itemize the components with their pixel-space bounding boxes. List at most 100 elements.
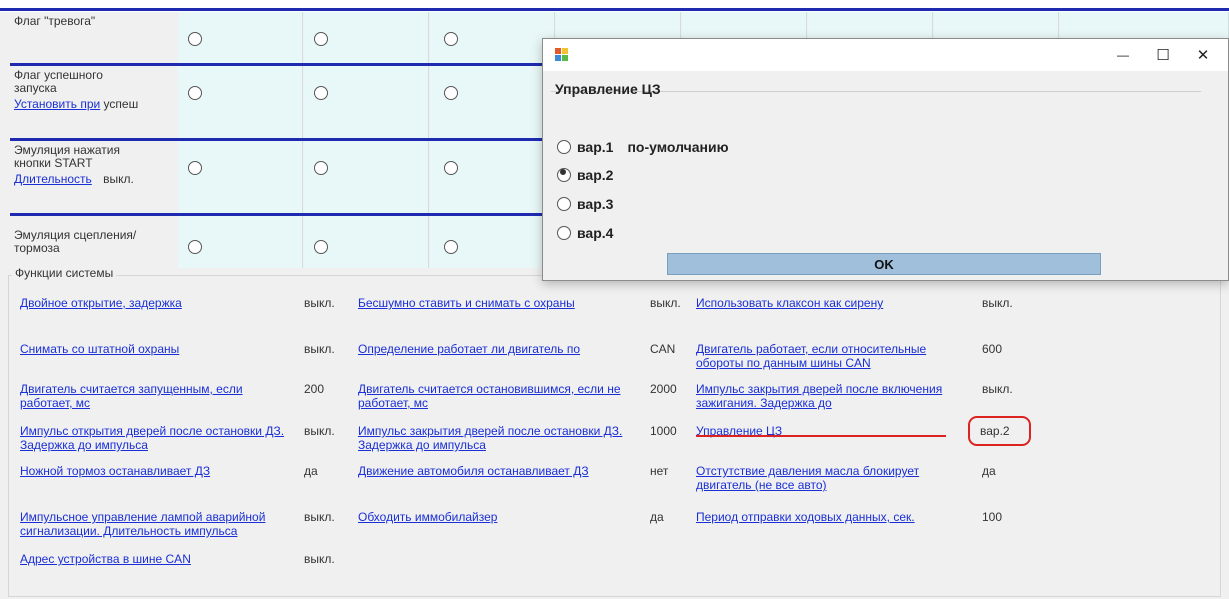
grid-row-label: Флаг "тревога"	[10, 12, 178, 64]
function-value: выкл.	[982, 296, 1013, 310]
radio-button[interactable]	[314, 161, 328, 175]
option-var2[interactable]: вар.2	[557, 166, 613, 184]
row-title: Эмуляция сцепления/тормоза	[14, 228, 137, 255]
close-icon: ✕	[1196, 47, 1210, 64]
grid-cell	[430, 216, 555, 268]
option-default-note: по-умолчанию	[627, 139, 729, 155]
top-header-strip	[0, 0, 1229, 12]
function-value: да	[304, 464, 318, 478]
function-link-engine-detection[interactable]: Определение работает ли двигатель по	[358, 342, 638, 356]
radio-button[interactable]	[188, 240, 202, 254]
radio-button[interactable]	[557, 226, 571, 240]
function-link-engine-stopped[interactable]: Двигатель считается остановившимся, если…	[358, 382, 628, 410]
function-link-telemetry-period[interactable]: Период отправки ходовых данных, сек.	[696, 510, 956, 524]
grid-cell	[178, 12, 303, 64]
function-link-double-open[interactable]: Двойное открытие, задержка	[20, 296, 280, 310]
function-value: да	[650, 510, 664, 524]
grid-cell	[178, 66, 303, 139]
red-underline-annotation	[696, 435, 946, 437]
app-icon	[555, 48, 569, 62]
function-link-can-address[interactable]: Адрес устройства в шине CAN	[20, 552, 280, 566]
function-value: 600	[982, 342, 1003, 356]
grid-cell	[430, 141, 555, 214]
function-link-relative-rpm[interactable]: Двигатель работает, если относительные о…	[696, 342, 968, 370]
function-link-hazard-lamp[interactable]: Импульсное управление лампой аварийной с…	[20, 510, 296, 538]
row-setting-value: выкл.	[103, 172, 134, 186]
dialog-heading: Управление ЦЗ	[555, 81, 661, 97]
radio-button[interactable]	[188, 32, 202, 46]
function-link-engine-started[interactable]: Двигатель считается запущенным, если раб…	[20, 382, 290, 410]
grid-cell	[178, 141, 303, 214]
function-value: да	[982, 464, 996, 478]
maximize-icon: ☐	[1156, 47, 1170, 64]
minimize-icon: —	[1117, 48, 1129, 62]
function-value: выкл.	[982, 382, 1013, 396]
system-functions-title: Функции системы	[12, 266, 117, 280]
radio-button[interactable]	[314, 86, 328, 100]
function-link-vehicle-motion[interactable]: Движение автомобиля останавливает ДЗ	[358, 464, 638, 478]
radio-button[interactable]	[444, 161, 458, 175]
function-link-door-close-impulse[interactable]: Импульс закрытия дверей после остановки …	[358, 424, 628, 452]
function-link-horn-as-siren[interactable]: Использовать клаксон как сирену	[696, 296, 956, 310]
function-link-oil-pressure[interactable]: Отстутствие давления масла блокирует дви…	[696, 464, 958, 492]
grid-cell	[430, 12, 555, 64]
function-value: выкл.	[304, 552, 335, 566]
option-var4[interactable]: вар.4	[557, 224, 613, 242]
grid-cell	[430, 66, 555, 139]
option-label: вар.1	[577, 139, 614, 155]
options-groupbox	[551, 91, 1201, 251]
function-link-disarm-factory[interactable]: Снимать со штатной охраны	[20, 342, 280, 356]
radio-button[interactable]	[314, 32, 328, 46]
grid-cell	[304, 141, 429, 214]
function-value: выкл.	[304, 342, 335, 356]
radio-button-selected[interactable]	[557, 168, 571, 182]
radio-button[interactable]	[188, 86, 202, 100]
function-value: выкл.	[304, 424, 335, 438]
function-value: 1000	[650, 424, 677, 438]
maximize-button[interactable]: ☐	[1143, 39, 1183, 71]
radio-button[interactable]	[557, 140, 571, 154]
function-value: 2000	[650, 382, 677, 396]
function-link-door-open-impulse[interactable]: Импульс открытия дверей после остановки …	[20, 424, 290, 452]
red-circle-annotation	[968, 416, 1031, 446]
option-label: вар.2	[577, 167, 614, 183]
radio-button[interactable]	[557, 197, 571, 211]
function-link-door-close-ignition[interactable]: Импульс закрытия дверей после включения …	[696, 382, 946, 410]
radio-button[interactable]	[188, 161, 202, 175]
function-link-immobilizer-bypass[interactable]: Обходить иммобилайзер	[358, 510, 618, 524]
row-title: Флаг успешного запуска	[14, 68, 103, 95]
grid-row-label: Эмуляция сцепления/тормоза	[10, 216, 178, 268]
header-divider	[0, 8, 1229, 11]
minimize-button[interactable]: —	[1103, 39, 1143, 71]
close-button[interactable]: ✕	[1183, 39, 1223, 71]
ok-button[interactable]: OK	[667, 253, 1101, 275]
row-settings-link[interactable]: Длительность	[14, 172, 92, 186]
function-value: CAN	[650, 342, 676, 356]
option-label: вар.3	[577, 196, 614, 212]
grid-cell	[304, 216, 429, 268]
function-value: 100	[982, 510, 1003, 524]
row-settings-link[interactable]: Установить при	[14, 97, 100, 111]
row-setting-value: успеш	[103, 97, 139, 111]
function-value: выкл.	[304, 510, 335, 524]
grid-cell	[178, 216, 303, 268]
function-value: 200	[304, 382, 325, 396]
radio-button[interactable]	[444, 32, 458, 46]
radio-button[interactable]	[444, 240, 458, 254]
radio-button[interactable]	[314, 240, 328, 254]
function-value: выкл.	[304, 296, 335, 310]
grid-row-label: Эмуляция нажатия кнопки START Длительнос…	[10, 141, 178, 214]
grid-cell	[304, 12, 429, 64]
dialog-titlebar: — ☐ ✕	[543, 39, 1228, 71]
option-var1[interactable]: вар.1 по-умолчанию	[557, 138, 729, 156]
radio-button[interactable]	[444, 86, 458, 100]
row-title: Флаг "тревога"	[14, 14, 96, 28]
grid-row-label: Флаг успешного запуска Установить при ус…	[10, 66, 178, 139]
function-link-foot-brake[interactable]: Ножной тормоз останавливает ДЗ	[20, 464, 290, 478]
central-lock-dialog: — ☐ ✕ Управление ЦЗ вар.1 по-умолчанию в…	[542, 38, 1229, 281]
option-var3[interactable]: вар.3	[557, 195, 613, 213]
grid-cell	[304, 66, 429, 139]
option-label: вар.4	[577, 225, 614, 241]
function-value: выкл.	[650, 296, 681, 310]
function-link-silent-arm[interactable]: Бесшумно ставить и снимать с охраны	[358, 296, 638, 310]
